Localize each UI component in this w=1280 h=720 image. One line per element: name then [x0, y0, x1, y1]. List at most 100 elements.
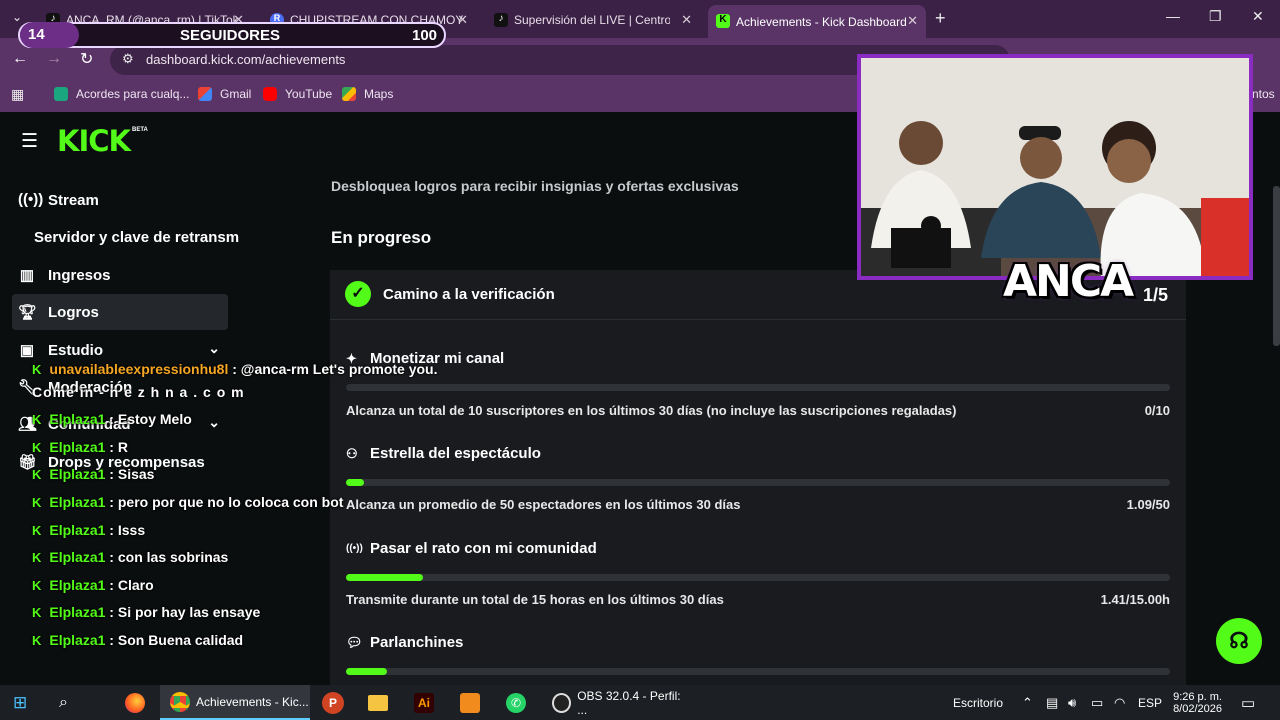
chat-message: K Elplaza1 : R	[32, 439, 128, 455]
url-text: dashboard.kick.com/achievements	[146, 52, 346, 67]
bookmark-label: Gmail	[220, 87, 252, 101]
clock[interactable]: 9:26 p. m. 8/02/2026	[1170, 685, 1222, 720]
whatsapp-icon[interactable]: ✆	[506, 685, 526, 720]
bookmark-gmail[interactable]: Gmail	[198, 87, 251, 101]
bookmark-youtube[interactable]: YouTube	[263, 87, 332, 101]
network-icon[interactable]: ▤	[1046, 685, 1058, 720]
wifi-icon[interactable]: ◠	[1114, 685, 1125, 720]
notifications-icon[interactable]: ▭	[1241, 685, 1255, 720]
chat-message: K Elplaza1 : Estoy Melo	[32, 411, 192, 427]
all-bookmarks[interactable]: ntos	[1252, 87, 1275, 101]
follower-count: 14	[28, 26, 45, 43]
sidebar-item-server-key[interactable]: Servidor y clave de retransm	[12, 219, 252, 255]
desktop-label[interactable]: Escritorio	[953, 685, 1003, 720]
sidebar-item-label: Logros	[48, 303, 99, 321]
youtube-icon	[263, 87, 277, 101]
kick-badge-icon: K	[32, 362, 42, 377]
chat-text: : pero por que no lo coloca con bot	[105, 494, 344, 510]
kick-logo[interactable]: KICK	[57, 124, 131, 158]
card-header-divider	[330, 319, 1186, 320]
battery-icon[interactable]: ▭	[1091, 685, 1103, 720]
bookmark-maps[interactable]: Maps	[342, 87, 393, 101]
back-icon[interactable]: ←	[12, 50, 28, 68]
achievement-value: 1.41/15.00h	[1100, 592, 1170, 607]
tab-search-icon[interactable]: ⌄	[12, 10, 22, 24]
bookmark-acordes[interactable]: Acordes para cualq...	[54, 87, 189, 101]
chat-text: : @anca-rm Let's promote you.	[228, 361, 438, 377]
minimize-icon[interactable]: —	[1166, 8, 1180, 24]
tab-title: Achievements - Kick Dashboard	[736, 14, 907, 29]
broadcast-icon: ((•))	[346, 543, 363, 554]
chat-username: Elplaza1	[49, 549, 106, 565]
menu-icon[interactable]: ☰	[21, 130, 38, 153]
chat-message: K Elplaza1 : pero por que no lo coloca co…	[32, 494, 343, 510]
gmail-icon	[198, 87, 212, 101]
tab-achievements[interactable]: K Achievements - Kick Dashboard ✕	[708, 5, 926, 38]
firefox-icon[interactable]	[125, 685, 145, 720]
broadcast-icon: ((•))	[18, 191, 44, 208]
follower-goal-fill: 14	[20, 22, 79, 48]
card-count: 1/5	[1143, 285, 1169, 305]
apps-grid-icon[interactable]: ▦	[11, 86, 24, 103]
sidebar-item-label: Ingresos	[48, 266, 111, 284]
clock-time: 9:26 p. m.	[1173, 690, 1222, 703]
scrollbar-thumb[interactable]	[1273, 186, 1280, 346]
chat-text: : R	[105, 439, 128, 455]
chat-username: Elplaza1	[49, 466, 106, 482]
chat-message: K Elplaza1 : Si por hay las ensaye	[32, 604, 260, 620]
site-info-icon[interactable]: ⚙	[122, 51, 134, 67]
achievement-title: ((•)) Pasar el rato con mi comunidad	[346, 540, 597, 557]
achievement-title: 💬︎ Parlanchines	[346, 634, 463, 651]
chat-message: K Elplaza1 : Sisas	[32, 466, 154, 482]
volume-icon[interactable]: 🔊︎	[1068, 685, 1076, 720]
taskbar-obs[interactable]: OBS 32.0.4 - Perfil: ...	[548, 685, 688, 720]
chat-username: Elplaza1	[49, 494, 106, 510]
page-subtitle: Desbloquea logros para recibir insignias…	[331, 178, 739, 194]
chat-username: unavailableexpressionhu8l	[49, 361, 229, 377]
maximize-icon[interactable]: ❐	[1209, 8, 1222, 25]
kick-badge-icon: K	[32, 550, 42, 565]
logo-text: KICK	[57, 124, 131, 158]
kick-badge-icon: K	[32, 495, 42, 510]
chat-username: Elplaza1	[49, 439, 106, 455]
chat-username: Elplaza1	[49, 411, 106, 427]
achievement-title-text: Estrella del espectáculo	[370, 445, 541, 462]
sidebar-item-logros[interactable]: 🏆︎ Logros	[12, 294, 228, 330]
audience-icon: ⚇	[346, 445, 358, 461]
forward-icon[interactable]: →	[46, 50, 62, 68]
bookmark-label: YouTube	[285, 87, 333, 101]
tab-supervision[interactable]: ♪ Supervisión del LIVE | Centro LIV ✕	[486, 6, 700, 34]
taskbar-chrome[interactable]: Achievements - Kic...	[160, 685, 310, 720]
progress-bar	[346, 384, 1170, 391]
close-tab-icon[interactable]: ✕	[907, 13, 918, 29]
reload-icon[interactable]: ↻	[80, 49, 93, 69]
close-tab-icon[interactable]: ✕	[457, 12, 468, 28]
close-window-icon[interactable]: ✕	[1252, 8, 1264, 25]
bookmark-label: ntos	[1252, 87, 1275, 101]
file-explorer-icon[interactable]	[368, 685, 388, 720]
search-icon[interactable]: ⌕	[59, 685, 68, 720]
chat-message: K Elplaza1 : Son Buena calidad	[32, 632, 243, 648]
sidebar-item-stream[interactable]: ((•)) Stream	[12, 182, 228, 218]
beta-badge: BETA	[132, 127, 148, 133]
chat-text: : Claro	[105, 577, 154, 593]
chevron-down-icon[interactable]: ⌄	[208, 414, 220, 431]
progress-fill	[346, 479, 364, 486]
chevron-down-icon[interactable]: ⌄	[208, 340, 220, 357]
progress-bar	[346, 574, 1170, 581]
watermark-text: Come in - n e z h n a . c o m	[32, 384, 245, 400]
illustrator-icon[interactable]: Ai	[414, 685, 434, 720]
sidebar-item-ingresos[interactable]: ▥ Ingresos	[12, 257, 228, 293]
sidebar-item-label: Servidor y clave de retransm	[34, 228, 240, 246]
windows-start-icon[interactable]: ⊞	[13, 685, 27, 720]
obs-icon	[552, 692, 572, 713]
support-chat-button[interactable]: ☊	[1216, 618, 1262, 664]
achievement-desc: Transmite durante un total de 15 horas e…	[346, 592, 724, 607]
tab-title: Supervisión del LIVE | Centro LIV	[514, 13, 670, 27]
new-tab-button[interactable]: +	[935, 8, 946, 29]
language-indicator[interactable]: ESP	[1138, 685, 1162, 720]
fl-studio-icon[interactable]	[460, 685, 480, 720]
powerpoint-icon[interactable]: P	[322, 685, 344, 720]
close-tab-icon[interactable]: ✕	[681, 12, 692, 28]
tray-chevron-icon[interactable]: ⌃	[1022, 685, 1033, 720]
